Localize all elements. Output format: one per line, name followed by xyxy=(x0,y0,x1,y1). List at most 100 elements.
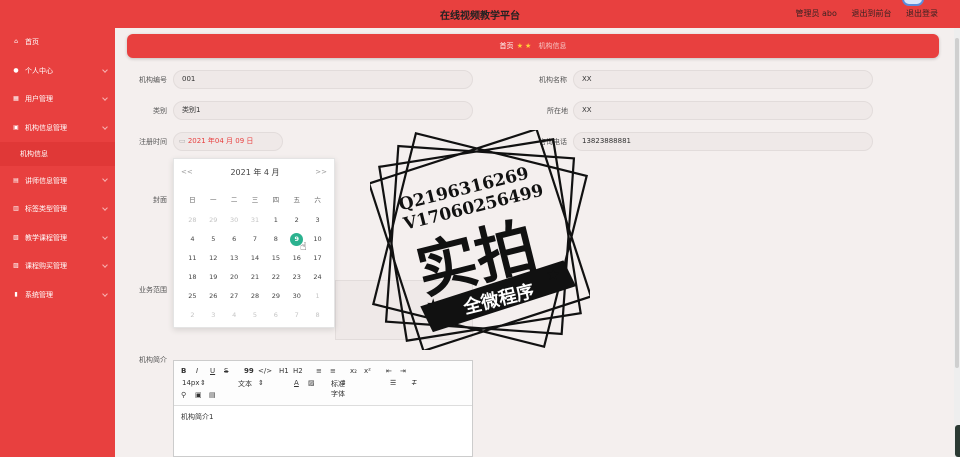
cover-label: 封面 xyxy=(153,196,167,204)
code-button[interactable]: </> xyxy=(258,367,272,375)
avatar[interactable] xyxy=(902,0,924,6)
calendar-day[interactable]: 4 xyxy=(182,230,203,249)
calendar-day[interactable]: 10 xyxy=(307,230,328,249)
calendar-day[interactable]: 2 xyxy=(182,306,203,325)
org-name-field[interactable]: XX xyxy=(573,70,873,89)
calendar-day[interactable]: 29 xyxy=(203,211,224,230)
quote-button[interactable]: 99 xyxy=(244,367,254,375)
calendar-day[interactable]: 1 xyxy=(265,211,286,230)
font-color-icon[interactable]: A xyxy=(294,379,299,387)
sidebar-item-users[interactable]: ▦ 用户管理 xyxy=(0,85,115,114)
chart-icon: ▮ xyxy=(14,291,18,299)
category-field[interactable]: 类别1 xyxy=(173,101,473,120)
calendar-day[interactable]: 13 xyxy=(224,249,245,268)
calendar-day[interactable]: 7 xyxy=(245,230,266,249)
breadcrumb-home[interactable]: 首页 xyxy=(499,42,513,50)
sidebar-item-teachers[interactable]: ▤ 讲师信息管理 xyxy=(0,166,115,195)
next-year-button[interactable]: >> xyxy=(315,168,327,176)
calendar-day[interactable]: 26 xyxy=(203,287,224,306)
align-icon[interactable]: ☰ xyxy=(390,379,396,387)
calendar-day[interactable]: 12 xyxy=(203,249,224,268)
font-size-select[interactable]: 14px ⇕ xyxy=(182,379,206,387)
clear-format-icon[interactable]: T̶ xyxy=(412,379,416,387)
background-color-icon[interactable]: ▨ xyxy=(308,379,315,387)
calendar-day[interactable]: 15 xyxy=(265,249,286,268)
h2-button[interactable]: H2 xyxy=(293,367,303,375)
superscript-button[interactable]: x² xyxy=(364,367,371,375)
star-icon: ★ xyxy=(516,42,523,50)
logout-link[interactable]: 退出登录 xyxy=(906,9,938,18)
calendar-day[interactable]: 27 xyxy=(224,287,245,306)
calendar-day[interactable]: 18 xyxy=(182,268,203,287)
location-field[interactable]: XX xyxy=(573,101,873,120)
calendar-day[interactable]: 28 xyxy=(182,211,203,230)
sidebar-item-label: 首页 xyxy=(25,38,39,47)
sidebar-item-org[interactable]: ▣ 机构信息管理 xyxy=(0,114,115,143)
bold-button[interactable]: B xyxy=(181,367,186,375)
calendar-day[interactable]: 25 xyxy=(182,287,203,306)
font-family-select[interactable]: 标准字体 ⇕ xyxy=(331,379,347,398)
indent-button[interactable]: ⇥ xyxy=(400,367,406,375)
text-style-select[interactable]: 文本 ⇕ xyxy=(238,379,264,388)
sidebar-item-purchases[interactable]: ▨ 课程购买管理 xyxy=(0,252,115,281)
sidebar-item-system[interactable]: ▮ 系统管理 xyxy=(0,281,115,310)
underline-button[interactable]: U xyxy=(210,367,215,375)
calendar-day[interactable]: 8 xyxy=(265,230,286,249)
to-front-link[interactable]: 退出到前台 xyxy=(851,9,891,18)
sidebar-item-home[interactable]: ⌂ 首页 xyxy=(0,28,115,57)
editor-content[interactable]: 机构简介1 xyxy=(174,406,472,428)
calendar-day[interactable]: 8 xyxy=(307,306,328,325)
scrollbar-thumb[interactable] xyxy=(955,38,959,368)
phone-field[interactable]: 13823888881 xyxy=(573,132,873,151)
outdent-button[interactable]: ⇤ xyxy=(386,367,392,375)
strike-button[interactable]: S xyxy=(224,367,228,375)
calendar-day[interactable]: 24 xyxy=(307,268,328,287)
calendar-day[interactable]: 5 xyxy=(203,230,224,249)
calendar-day[interactable]: 29 xyxy=(265,287,286,306)
side-tab[interactable] xyxy=(955,425,960,457)
calendar-day[interactable]: 30 xyxy=(224,211,245,230)
calendar-day[interactable]: 2 xyxy=(286,211,307,230)
italic-button[interactable]: I xyxy=(196,367,198,375)
calendar-day[interactable]: 14 xyxy=(245,249,266,268)
calendar-day[interactable]: 3 xyxy=(203,306,224,325)
calendar-day[interactable]: 21 xyxy=(245,268,266,287)
watermark-stamp: Q2196316269 V17060256499 实拍 全微程序 ★ ★ xyxy=(370,130,590,350)
calendar-day[interactable]: 28 xyxy=(245,287,266,306)
calendar-day[interactable]: 4 xyxy=(224,306,245,325)
subscript-button[interactable]: x₂ xyxy=(350,367,357,375)
sidebar-subitem-org-info[interactable]: 机构信息 xyxy=(0,142,115,167)
breadcrumb-current: 机构信息 xyxy=(538,42,567,50)
calendar-day[interactable]: 22 xyxy=(265,268,286,287)
h1-button[interactable]: H1 xyxy=(279,367,289,375)
calendar-day[interactable]: 1 xyxy=(307,287,328,306)
link-icon[interactable]: ⚲ xyxy=(181,391,186,399)
weekday: 五 xyxy=(293,196,300,204)
calendar-day[interactable]: 7 xyxy=(286,306,307,325)
org-name-label: 机构名称 xyxy=(539,76,567,84)
sidebar-item-label: 系统管理 xyxy=(25,291,53,300)
calendar-day[interactable]: 30 xyxy=(286,287,307,306)
calendar-day[interactable]: 6 xyxy=(224,230,245,249)
calendar-day[interactable]: 31 xyxy=(245,211,266,230)
calendar-day[interactable]: 6 xyxy=(265,306,286,325)
calendar-day[interactable]: 11 xyxy=(182,249,203,268)
sidebar-item-profile[interactable]: ● 个人中心 xyxy=(0,57,115,86)
page-scrollbar[interactable] xyxy=(954,28,960,457)
calendar-day[interactable]: 5 xyxy=(245,306,266,325)
org-no-field[interactable]: 001 xyxy=(173,70,473,89)
image-icon[interactable]: ▣ xyxy=(195,391,202,399)
calendar-day[interactable]: 3 xyxy=(307,211,328,230)
star-icon: ★ xyxy=(525,42,532,50)
calendar-day[interactable]: 23 xyxy=(286,268,307,287)
intro-editor[interactable]: B I U S 99 </> H1 H2 ≡ ≡ x₂ x² ⇤ ⇥ 14px … xyxy=(173,360,473,457)
calendar-day[interactable]: 19 xyxy=(203,268,224,287)
sidebar-item-courses[interactable]: ▧ 教学课程管理 xyxy=(0,224,115,253)
video-icon[interactable]: ▤ xyxy=(209,391,216,399)
calendar-day[interactable]: 17 xyxy=(307,249,328,268)
bullet-list-button[interactable]: ≡ xyxy=(330,367,336,375)
ordered-list-button[interactable]: ≡ xyxy=(316,367,322,375)
sidebar-item-tags[interactable]: ▥ 标签类型管理 xyxy=(0,195,115,224)
calendar-day[interactable]: 20 xyxy=(224,268,245,287)
reg-time-field[interactable]: ▭ 2021 年04 月 09 日 xyxy=(173,132,283,151)
